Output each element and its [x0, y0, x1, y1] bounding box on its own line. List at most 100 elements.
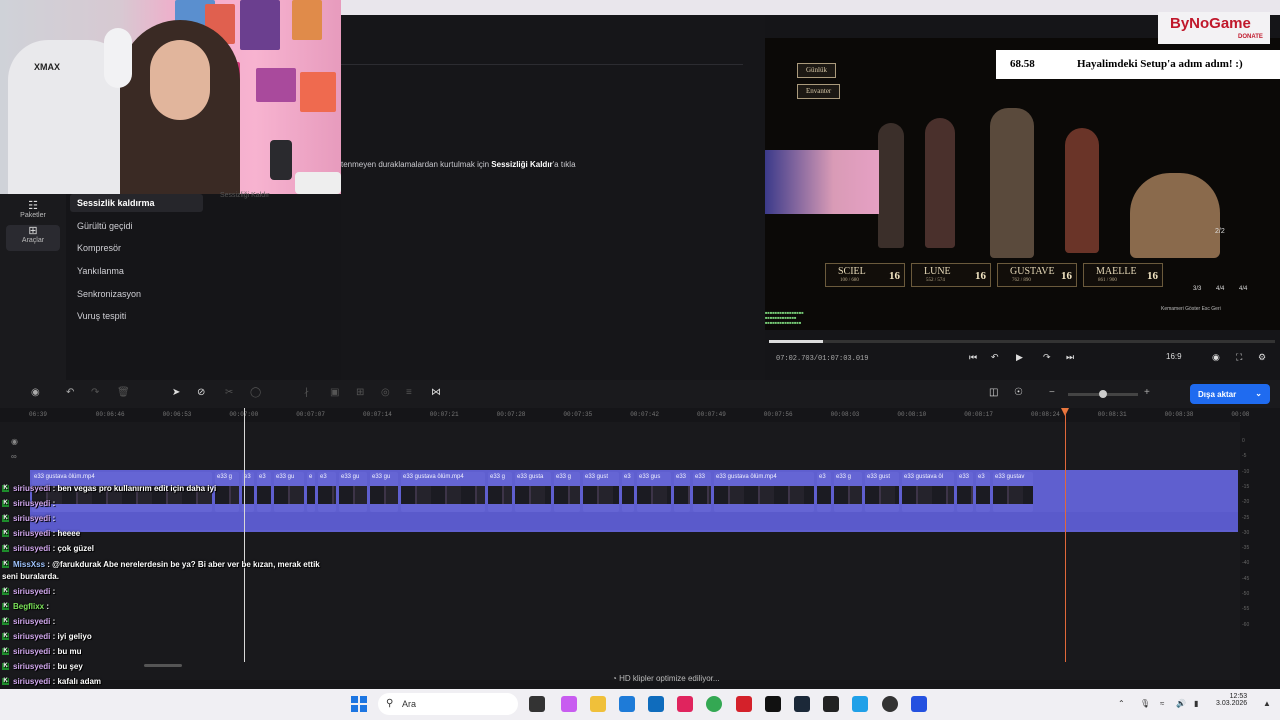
github-icon[interactable] — [823, 696, 839, 712]
export-button[interactable]: Dışa aktar ⌄ — [1190, 384, 1270, 404]
volume-icon[interactable]: ◉ — [1212, 352, 1220, 363]
audio-track[interactable] — [30, 512, 1238, 530]
start-button[interactable] — [351, 696, 367, 712]
app-icon[interactable] — [736, 696, 752, 712]
tool-silence-removal[interactable]: Sessizlik kaldırma — [70, 194, 203, 212]
store-icon[interactable] — [619, 696, 635, 712]
timeline-clip[interactable]: e33 g — [834, 472, 862, 512]
steam-icon[interactable] — [794, 696, 810, 712]
tool-noise-gate[interactable]: Gürültü geçidi — [70, 217, 203, 235]
tool-beat-detection[interactable]: Vuruş tespiti — [70, 307, 203, 325]
settings-gear-icon[interactable]: ⚙ — [1258, 352, 1266, 363]
timeline-clip[interactable]: e33 gustava ölüm.mp4 — [714, 472, 814, 512]
timeline-clip[interactable]: e33 gust — [865, 472, 899, 512]
editor-app-icon[interactable] — [911, 696, 927, 712]
fullscreen-icon[interactable]: ⛶ — [1236, 352, 1242, 363]
skip-back-icon[interactable]: ⏮ — [969, 352, 977, 363]
chat-message: Ksiriusyedi : bu şey — [2, 662, 83, 671]
ruler-tick-label: 00:08 — [1231, 411, 1250, 418]
sidebar-item-packages[interactable]: ☷ Paketler — [6, 200, 60, 226]
crop-icon[interactable]: ⊞ — [356, 387, 364, 398]
audio-split-icon[interactable]: ◫ — [989, 387, 998, 398]
eye-icon[interactable]: ◉ — [11, 437, 18, 446]
mask-icon[interactable]: ◯ — [250, 387, 261, 398]
battery-icon[interactable]: ▮ — [1194, 699, 1198, 708]
timeline-clip[interactable]: e3 — [318, 472, 336, 512]
caption-icon[interactable]: ▣ — [330, 387, 339, 398]
playhead[interactable] — [244, 408, 245, 662]
chrome-icon[interactable] — [706, 696, 722, 712]
aspect-ratio-select[interactable]: 16:9 — [1166, 352, 1182, 361]
timeline-clip[interactable]: e33 g — [215, 472, 239, 512]
timeline-clip[interactable]: e33 gust — [583, 472, 619, 512]
link-icon[interactable]: ∞ — [11, 452, 17, 461]
zoom-out-icon[interactable]: − — [1049, 387, 1055, 398]
undo-jump-icon[interactable]: ↶ — [991, 352, 999, 363]
zoom-slider-handle[interactable] — [1099, 390, 1107, 398]
timeline-clip[interactable]: e33 — [674, 472, 690, 512]
speaker-icon[interactable]: 🔊 — [1176, 699, 1186, 708]
timeline-clip[interactable]: e33 — [957, 472, 973, 512]
delete-icon[interactable]: 🗑 — [117, 387, 130, 398]
notifications-icon[interactable]: ▲ — [1263, 699, 1271, 708]
timeline-clip[interactable]: e — [307, 472, 315, 512]
speed-icon[interactable]: ◎ — [381, 387, 390, 398]
ripple-tool-icon[interactable]: ⊘ — [197, 387, 205, 398]
phone-stand — [270, 140, 292, 180]
tiktok-icon[interactable] — [765, 696, 781, 712]
tool-sync[interactable]: Senkronizasyon — [70, 285, 203, 303]
timeline-clip[interactable]: e3 — [817, 472, 831, 512]
timeline-clip[interactable]: e33 g — [488, 472, 512, 512]
obs-icon[interactable] — [882, 696, 898, 712]
timeline-tracks[interactable] — [0, 422, 1240, 680]
timeline-clip[interactable]: e33 gu — [274, 472, 304, 512]
wifi-icon[interactable]: ≈ — [1160, 699, 1164, 708]
tool-compressor[interactable]: Kompresör — [70, 239, 203, 257]
task-view-icon[interactable] — [529, 696, 545, 712]
copilot-icon[interactable] — [561, 696, 577, 712]
timeline-clip[interactable]: e33 — [693, 472, 711, 512]
timeline-clip[interactable]: e33 gus — [637, 472, 671, 512]
record-icon[interactable]: ◉ — [31, 387, 40, 398]
play-icon[interactable]: ▶ — [1016, 352, 1023, 363]
tool-reverb[interactable]: Yankılanma — [70, 262, 203, 280]
redo-icon[interactable]: ↷ — [91, 387, 99, 398]
timeline-clip[interactable]: e3 — [257, 472, 271, 512]
skip-forward-icon[interactable]: ⏭ — [1066, 352, 1074, 363]
mic-icon[interactable]: 🎙 — [1140, 699, 1150, 708]
split-audio-icon[interactable]: ∤ — [304, 387, 309, 398]
undo-icon[interactable]: ↶ — [66, 387, 74, 398]
cut-icon[interactable]: ✂ — [225, 387, 233, 398]
app-icon[interactable] — [852, 696, 868, 712]
horizontal-scrollbar[interactable] — [144, 664, 182, 667]
remove-silence-button-ghost[interactable]: Sessizliği Kaldır — [220, 192, 269, 199]
app-icon[interactable] — [677, 696, 693, 712]
timeline-clip[interactable]: e33 gu — [370, 472, 398, 512]
outlook-icon[interactable] — [648, 696, 664, 712]
timeline-clip[interactable]: e3 — [622, 472, 634, 512]
taskbar-search[interactable]: ⚲ Ara — [378, 693, 518, 715]
video-preview[interactable]: Günlük Envanter ■■■■■■■■■■■■■■■■ ■■■■■■■■… — [765, 38, 1280, 330]
sidebar-item-tools[interactable]: ⊞ Araçlar — [6, 225, 60, 251]
timeline-clip[interactable]: e3 — [976, 472, 990, 512]
file-explorer-icon[interactable] — [590, 696, 606, 712]
timeline-clip[interactable]: e33 gustav — [993, 472, 1033, 512]
tool-settings-panel — [341, 15, 765, 380]
meter-label: -40 — [1242, 560, 1250, 567]
playback-progress-track[interactable] — [769, 340, 1275, 343]
timeline-clip[interactable]: e33 gusta — [515, 472, 551, 512]
taskbar-clock[interactable]: 12:53 3.03.2026 — [1216, 693, 1247, 707]
snap-icon[interactable]: ☉ — [1014, 387, 1023, 398]
timeline-clip[interactable]: e33 gustava öl — [902, 472, 954, 512]
remove-silence-link[interactable]: Sessizliği Kaldır — [491, 160, 552, 169]
adjust-icon[interactable]: ≡ — [406, 387, 412, 398]
chevron-up-icon[interactable]: ⌃ — [1118, 699, 1125, 708]
transition-icon[interactable]: ⋈ — [431, 387, 441, 398]
timeline-clip[interactable]: e33 gu — [339, 472, 367, 512]
timeline-clip[interactable]: e33 g — [554, 472, 580, 512]
select-tool-icon[interactable]: ➤ — [172, 387, 180, 398]
chevron-down-icon[interactable]: ⌄ — [1255, 389, 1262, 398]
redo-jump-icon[interactable]: ↷ — [1043, 352, 1051, 363]
timeline-clip[interactable]: e33 gustava ölüm.mp4 — [401, 472, 485, 512]
zoom-in-icon[interactable]: + — [1144, 387, 1150, 398]
